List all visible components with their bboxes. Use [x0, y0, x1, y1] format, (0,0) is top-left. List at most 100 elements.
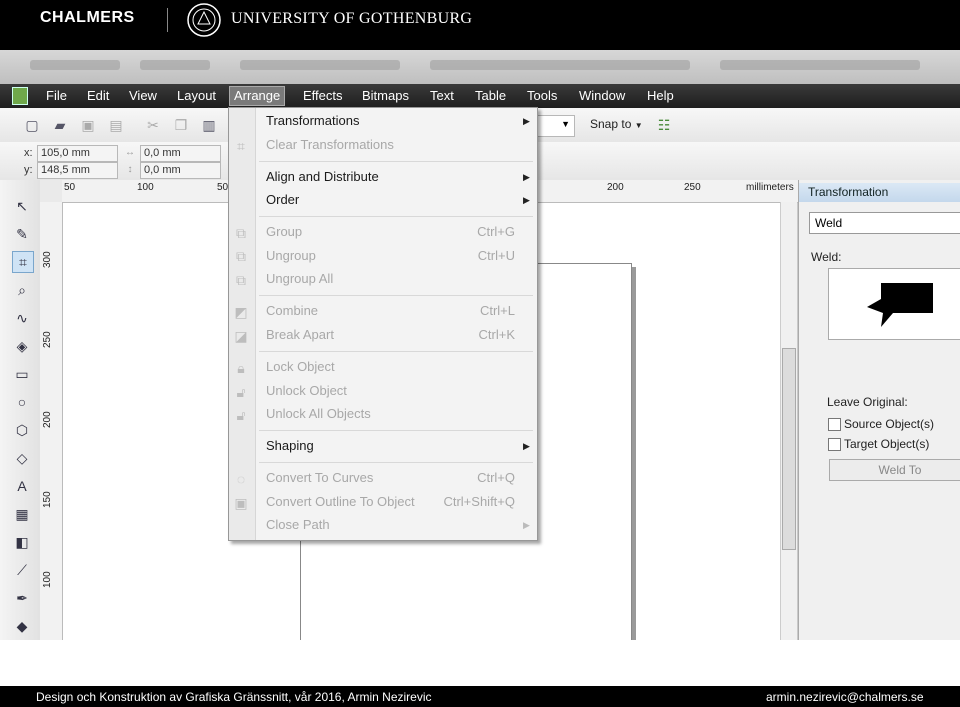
group-icon: ⧉ [236, 225, 246, 241]
scrollbar-thumb[interactable] [782, 348, 796, 550]
menu-table[interactable]: Table [471, 87, 510, 105]
arrange-menu: Transformations ▶ ⌗ Clear Transformation… [228, 107, 538, 541]
menu-item-convert-to-curves[interactable]: Convert To Curves [266, 470, 373, 485]
menu-separator [259, 295, 533, 296]
y-position-field[interactable]: 148,5 mm [37, 162, 118, 179]
menu-item-shaping[interactable]: Shaping [266, 438, 314, 453]
menu-effects[interactable]: Effects [299, 87, 347, 105]
ruler-tick: 250 [42, 331, 53, 348]
options-icon[interactable]: ☷ [656, 117, 672, 133]
menu-item-align-distribute[interactable]: Align and Distribute [266, 169, 379, 184]
ruler-corner [40, 180, 62, 202]
open-folder-icon[interactable]: ▰ [52, 117, 68, 133]
height-field[interactable]: 0,0 mm [140, 162, 221, 179]
menu-file[interactable]: File [42, 87, 71, 105]
menu-layout[interactable]: Layout [173, 87, 220, 105]
menu-item-unlock-all[interactable]: Unlock All Objects [266, 406, 371, 421]
header-divider [167, 8, 168, 32]
clear-transform-icon: ⌗ [237, 138, 245, 154]
menu-tools[interactable]: Tools [523, 87, 561, 105]
new-document-icon[interactable]: ▢ [24, 117, 40, 133]
menu-item-ungroup-all[interactable]: Ungroup All [266, 271, 333, 286]
basic-shapes-icon[interactable]: ◇ [12, 448, 32, 468]
footer-band: Design och Konstruktion av Grafiska Grän… [0, 686, 960, 707]
eyedropper-icon[interactable]: ⟋ [12, 560, 32, 580]
polygon-tool-icon[interactable]: ⬡ [12, 420, 32, 440]
chevron-down-icon: ▼ [634, 121, 643, 130]
save-icon[interactable]: ▣ [80, 117, 96, 133]
source-objects-checkbox[interactable] [828, 418, 841, 431]
zoom-tool-icon[interactable]: ⌕ [12, 280, 32, 300]
ruler-tick: 100 [42, 571, 53, 588]
table-tool-icon[interactable]: ▦ [12, 504, 32, 524]
group-shortcut: Ctrl+G [477, 224, 515, 239]
crop-tool-icon[interactable]: ⌗ [12, 251, 34, 273]
x-position-field[interactable]: 105,0 mm [37, 145, 118, 162]
width-field[interactable]: 0,0 mm [140, 145, 221, 162]
paste-icon[interactable]: ▥ [201, 117, 217, 133]
ruler-tick: 100 [137, 182, 154, 193]
target-objects-checkbox[interactable] [828, 438, 841, 451]
menu-window[interactable]: Window [575, 87, 629, 105]
fill-tool-icon[interactable]: ◆ [12, 616, 32, 636]
freehand-tool-icon[interactable]: ∿ [12, 308, 32, 328]
copy-icon[interactable]: ❐ [173, 117, 189, 133]
ungroup-shortcut: Ctrl+U [477, 248, 515, 263]
weld-to-button[interactable]: Weld To [829, 459, 960, 481]
ungroup-all-icon: ⧉ [236, 272, 246, 288]
ruler-tick: 50 [64, 182, 76, 193]
ellipse-tool-icon[interactable]: ○ [12, 392, 32, 412]
menu-item-clear-transformations[interactable]: Clear Transformations [266, 137, 394, 152]
menu-item-ungroup[interactable]: Ungroup [266, 248, 316, 263]
menu-item-group[interactable]: Group [266, 224, 302, 239]
chevron-down-icon: ▼ [561, 119, 570, 129]
menu-view[interactable]: View [125, 87, 161, 105]
submenu-arrow-icon: ▶ [523, 172, 530, 182]
convert-outline-icon: ▣ [234, 495, 248, 511]
unlock-icon: 🔓︎ [236, 384, 246, 400]
header-band: CHALMERS UNIVERSITY OF GOTHENBURG [0, 0, 960, 50]
menu-bitmaps[interactable]: Bitmaps [358, 87, 413, 105]
menu-item-lock-object[interactable]: Lock Object [266, 359, 335, 374]
transformation-mode-select[interactable]: Weld [809, 212, 960, 234]
print-icon[interactable]: ▤ [108, 117, 124, 133]
submenu-arrow-icon: ▶ [523, 441, 530, 451]
cut-icon[interactable]: ✂ [145, 117, 161, 133]
menu-separator [259, 351, 533, 352]
vertical-ruler[interactable]: 300 250 200 150 100 [40, 202, 63, 640]
text-tool-icon[interactable]: A [12, 476, 32, 496]
rectangle-tool-icon[interactable]: ▭ [12, 364, 32, 384]
menu-item-close-path[interactable]: Close Path [266, 517, 330, 532]
pick-tool-icon[interactable]: ↖ [12, 196, 32, 216]
submenu-arrow-icon: ▶ [523, 116, 530, 126]
submenu-arrow-icon: ▶ [523, 520, 530, 530]
app-icon [12, 87, 28, 105]
convert-curves-icon: ◌ [236, 471, 246, 487]
outline-pen-icon[interactable]: ✒ [12, 588, 32, 608]
menu-item-convert-outline[interactable]: Convert Outline To Object [266, 494, 415, 509]
menu-item-break-apart[interactable]: Break Apart [266, 327, 334, 342]
width-icon: ↔ [125, 147, 135, 158]
ruler-tick: 200 [607, 182, 624, 193]
smart-fill-icon[interactable]: ◈ [12, 336, 32, 356]
x-label: x: [24, 147, 33, 159]
menu-item-unlock-object[interactable]: Unlock Object [266, 383, 347, 398]
menu-item-order[interactable]: Order [266, 192, 299, 207]
menu-help[interactable]: Help [643, 87, 678, 105]
submenu-arrow-icon: ▶ [523, 195, 530, 205]
ruler-tick: 50 [217, 182, 229, 193]
menu-item-combine[interactable]: Combine [266, 303, 318, 318]
zoom-dropdown[interactable]: ▼ [537, 115, 575, 137]
snap-to-button[interactable]: Snap to ▼ [590, 117, 643, 131]
menu-text[interactable]: Text [426, 87, 458, 105]
convert-outline-shortcut: Ctrl+Shift+Q [443, 494, 515, 509]
menu-edit[interactable]: Edit [83, 87, 113, 105]
shape-tool-icon[interactable]: ✎ [12, 224, 32, 244]
y-label: y: [24, 164, 33, 176]
menu-separator [259, 430, 533, 431]
menu-item-transformations[interactable]: Transformations [266, 113, 359, 128]
menu-arrange[interactable]: Arrange [229, 86, 286, 106]
leave-original-label: Leave Original: [827, 395, 908, 409]
combine-shortcut: Ctrl+L [479, 303, 515, 318]
interactive-tool-icon[interactable]: ◧ [12, 532, 32, 552]
